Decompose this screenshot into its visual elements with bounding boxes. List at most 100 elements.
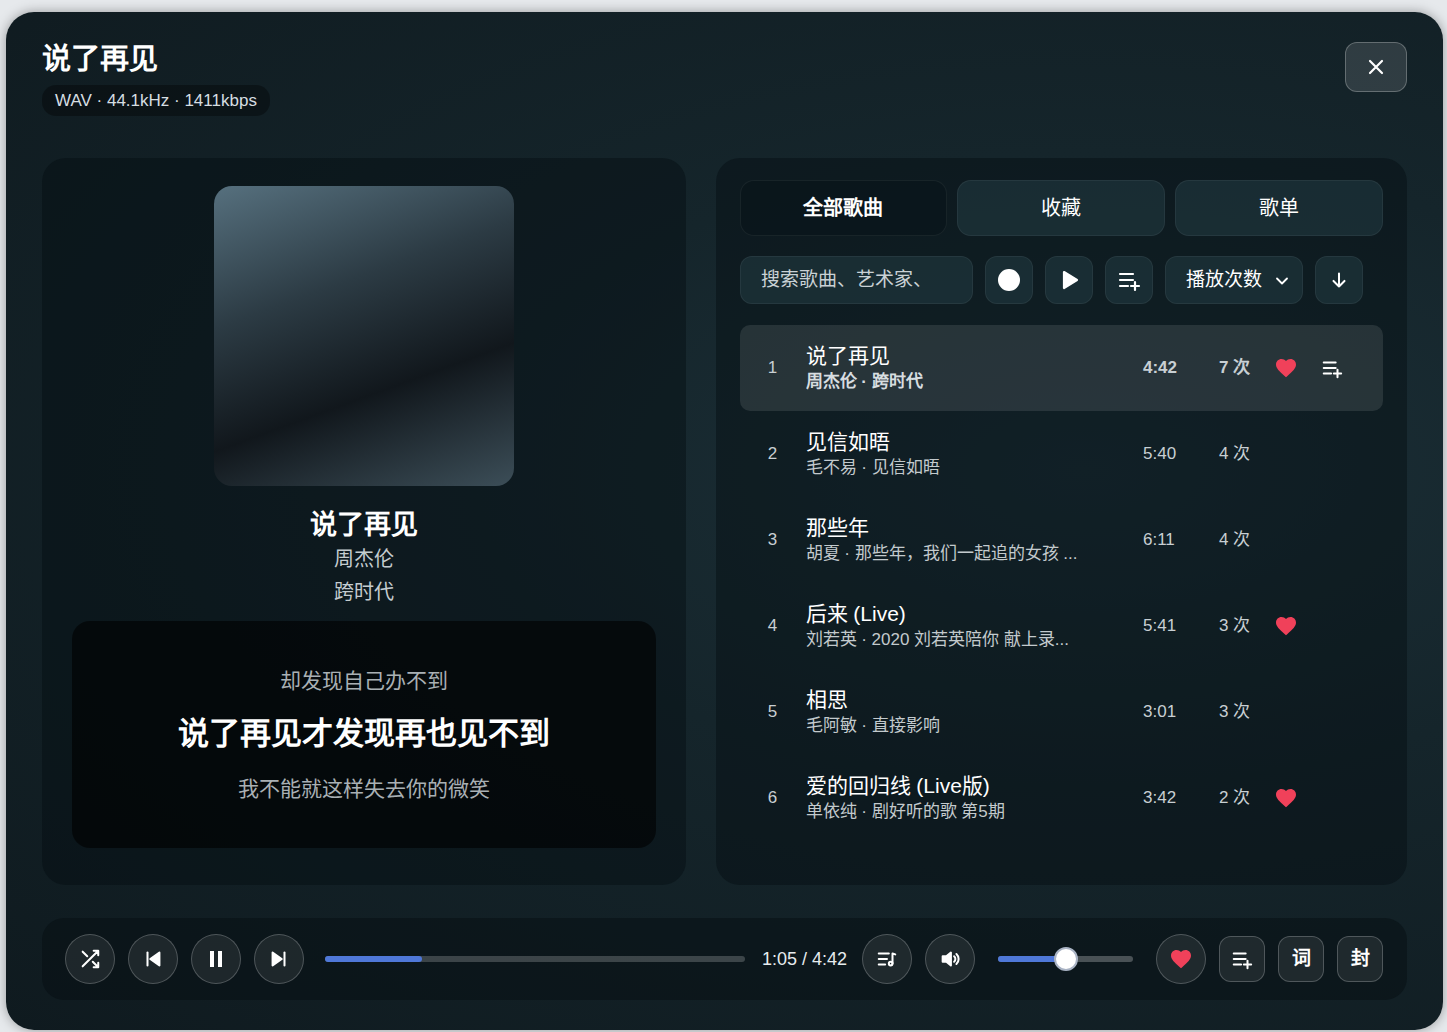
- toolbar: 播放次数: [740, 256, 1384, 304]
- header: 说了再见 WAV · 44.1kHz · 1411kbps: [42, 42, 1407, 140]
- next-icon: [268, 948, 290, 970]
- shuffle-button[interactable]: [65, 934, 115, 984]
- song-row[interactable]: 4后来 (Live)刘若英 · 2020 刘若英陪你 献上录...5:413 次: [740, 583, 1384, 669]
- song-duration: 3:42: [1130, 785, 1206, 811]
- next-button[interactable]: [254, 934, 304, 984]
- now-playing-panel: 说了再见 周杰伦 跨时代 却发现自己办不到说了再见才发现再也见不到我不能就这样失…: [42, 158, 686, 885]
- album-cover: [214, 186, 514, 486]
- dot-icon: [998, 269, 1020, 291]
- song-title: 爱的回归线 (Live版): [806, 772, 1131, 800]
- close-button[interactable]: [1345, 42, 1407, 92]
- play-count: 3 次: [1206, 699, 1266, 725]
- play-icon: [1057, 268, 1081, 292]
- control-bar: 1:05 / 4:42 词封: [42, 918, 1407, 1000]
- song-duration: 6:11: [1130, 527, 1206, 553]
- lyric-line: 却发现自己办不到: [280, 667, 448, 694]
- song-list: 1说了再见周杰伦 · 跨时代4:427 次2见信如晤毛不易 · 见信如晤5:40…: [740, 325, 1384, 861]
- play-count: 2 次: [1206, 785, 1266, 811]
- lyrics-list-icon: [876, 948, 898, 970]
- play-count: 4 次: [1206, 441, 1266, 467]
- song-row[interactable]: 3那些年胡夏 · 那些年，我们一起追的女孩 ...6:114 次: [740, 497, 1384, 583]
- play-count: 4 次: [1206, 527, 1266, 553]
- song-index: 6: [740, 785, 806, 811]
- window-title: 说了再见: [42, 42, 270, 77]
- library-panel: 全部歌曲收藏歌单 播放次数 1说了再见周杰伦 · 跨时代4:427 次2见信如晤…: [716, 158, 1408, 885]
- previous-button[interactable]: [128, 934, 178, 984]
- tab[interactable]: 歌单: [1175, 180, 1383, 236]
- song-title: 后来 (Live): [806, 600, 1131, 628]
- song-subtitle: 单依纯 · 剧好听的歌 第5期: [806, 800, 1131, 824]
- song-subtitle: 胡夏 · 那些年，我们一起追的女孩 ...: [806, 542, 1131, 566]
- song-subtitle: 周杰伦 · 跨时代: [806, 370, 1131, 394]
- chevron-icon: [1272, 271, 1292, 291]
- sort-label: 播放次数: [1186, 266, 1262, 295]
- song-duration: 5:40: [1130, 441, 1206, 467]
- progress-track[interactable]: [325, 956, 745, 962]
- play-pause-button[interactable]: [191, 934, 241, 984]
- song-index: 1: [740, 355, 806, 381]
- queue-add-icon: [1321, 357, 1343, 379]
- sort-order-button[interactable]: [1315, 256, 1363, 304]
- song-row[interactable]: 5相思毛阿敏 · 直接影响3:013 次: [740, 669, 1384, 755]
- song-duration: 3:01: [1130, 699, 1206, 725]
- volume-thumb[interactable]: [1054, 947, 1078, 971]
- lyrics-box: 却发现自己办不到说了再见才发现再也见不到我不能就这样失去你的微笑: [72, 621, 656, 848]
- song-subtitle: 刘若英 · 2020 刘若英陪你 献上录...: [806, 628, 1131, 652]
- song-title: 那些年: [806, 514, 1131, 542]
- tab-bar: 全部歌曲收藏歌单: [740, 180, 1384, 236]
- close-icon: [1364, 55, 1388, 79]
- volume-slider[interactable]: [998, 956, 1133, 962]
- lyric-line: 说了再见才发现再也见不到: [178, 714, 550, 754]
- song-subtitle: 毛阿敏 · 直接影响: [806, 714, 1131, 738]
- heart-icon: [1274, 786, 1298, 810]
- sort-select[interactable]: 播放次数: [1165, 256, 1303, 304]
- heart-icon: [1169, 947, 1193, 971]
- play-count: 3 次: [1206, 613, 1266, 639]
- format-badge: WAV · 44.1kHz · 1411kbps: [42, 85, 270, 117]
- tab[interactable]: 全部歌曲: [740, 180, 948, 236]
- search-input[interactable]: [740, 256, 973, 304]
- like-toggle[interactable]: [1266, 356, 1306, 380]
- queue-add-icon: [1231, 948, 1253, 970]
- song-title: 相思: [806, 686, 1131, 714]
- queue-add-icon: [1117, 268, 1141, 292]
- progress-fill: [325, 956, 422, 962]
- volume-icon: [939, 948, 961, 970]
- song-album: 跨时代: [334, 576, 394, 609]
- song-index: 2: [740, 441, 806, 467]
- song-artist: 周杰伦: [334, 543, 394, 576]
- play-all-button[interactable]: [1045, 256, 1093, 304]
- like-toggle[interactable]: [1266, 786, 1306, 810]
- song-index: 3: [740, 527, 806, 553]
- song-row[interactable]: 1说了再见周杰伦 · 跨时代4:427 次: [740, 325, 1384, 411]
- song-title: 说了再见: [310, 508, 418, 543]
- lyrics-button[interactable]: 词: [1278, 936, 1324, 982]
- song-title: 说了再见: [806, 342, 1131, 370]
- volume-button[interactable]: [925, 934, 975, 984]
- lyrics-panel-button[interactable]: [862, 934, 912, 984]
- lyric-line: 我不能就这样失去你的微笑: [238, 775, 490, 802]
- time-display: 1:05 / 4:42: [760, 946, 849, 973]
- song-row[interactable]: 6爱的回归线 (Live版)单依纯 · 剧好听的歌 第5期3:422 次: [740, 755, 1384, 841]
- play-count: 7 次: [1206, 355, 1266, 381]
- song-row[interactable]: 2见信如晤毛不易 · 见信如晤5:404 次: [740, 411, 1384, 497]
- cover-button[interactable]: 封: [1337, 936, 1383, 982]
- song-index: 5: [740, 699, 806, 725]
- arrow-down-icon: [1328, 269, 1350, 291]
- heart-icon: [1274, 356, 1298, 380]
- tab[interactable]: 收藏: [957, 180, 1165, 236]
- like-toggle[interactable]: [1266, 614, 1306, 638]
- pause-icon: [204, 947, 228, 971]
- song-subtitle: 毛不易 · 见信如晤: [806, 456, 1131, 480]
- add-queue-button[interactable]: [1105, 256, 1153, 304]
- song-index: 4: [740, 613, 806, 639]
- song-title: 见信如晤: [806, 428, 1131, 456]
- queue-add-button[interactable]: [1306, 357, 1358, 379]
- song-duration: 5:41: [1130, 613, 1206, 639]
- player-window: 说了再见 WAV · 44.1kHz · 1411kbps 说了再见 周杰伦 跨…: [6, 12, 1443, 1030]
- shuffle-icon: [79, 948, 101, 970]
- queue-button[interactable]: [1219, 936, 1265, 982]
- record-button[interactable]: [985, 256, 1033, 304]
- like-button[interactable]: [1156, 934, 1206, 984]
- song-duration: 4:42: [1130, 355, 1206, 381]
